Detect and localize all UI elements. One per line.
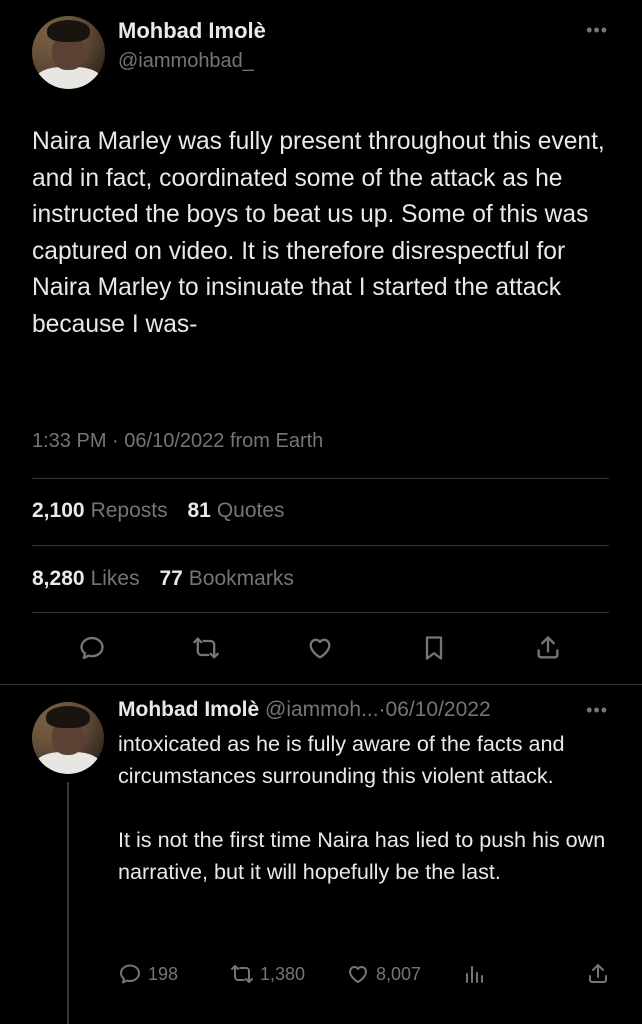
tweet-meta: 1:33 PM · 06/10/2022 from Earth: [32, 430, 323, 453]
tweet-time[interactable]: 1:33 PM: [32, 430, 106, 452]
tweet-text: Naira Marley was fully present throughou…: [32, 128, 605, 338]
reply-actions: 198 1,380 8,007: [118, 962, 618, 992]
reply-repost-button[interactable]: 1,380: [230, 962, 305, 986]
more-horizontal-icon[interactable]: •••: [586, 20, 608, 41]
repost-count: 1,380: [260, 963, 306, 984]
reply-text-paragraph: It is not the first time Naira has lied …: [118, 827, 606, 884]
reply-author-handle[interactable]: @iammoh...: [265, 698, 379, 721]
reply-like-button[interactable]: 8,007: [346, 962, 421, 986]
reply-icon: [120, 964, 140, 984]
divider: [32, 612, 609, 613]
share-icon[interactable]: [532, 630, 564, 666]
reply-reply-button[interactable]: 198: [118, 962, 178, 986]
reposts-stat[interactable]: 2,100 Reposts: [32, 499, 168, 522]
quotes-stat[interactable]: 81 Quotes: [187, 499, 284, 522]
reply-icon[interactable]: [76, 630, 108, 666]
tweet-separator: [0, 684, 642, 685]
like-icon: [349, 966, 367, 983]
reply-date[interactable]: 06/10/2022: [386, 698, 491, 721]
tweet-source: from Earth: [229, 430, 324, 452]
tweet-date[interactable]: 06/10/2022: [124, 430, 224, 452]
repost-stats: 2,100 Reposts 81 Quotes: [32, 499, 285, 523]
author-name[interactable]: Mohbad Imolè: [118, 18, 266, 44]
views-button[interactable]: [462, 962, 486, 986]
reply-text-paragraph: intoxicated as he is fully aware of the …: [118, 731, 565, 788]
reply-avatar[interactable]: [32, 702, 104, 774]
reply-count: 198: [148, 963, 179, 984]
like-stats: 8,280 Likes 77 Bookmarks: [32, 567, 294, 591]
bookmark-icon[interactable]: [418, 630, 450, 666]
more-horizontal-icon[interactable]: •••: [586, 700, 608, 721]
views-icon: [466, 966, 483, 983]
tweet-actions: [0, 630, 642, 670]
like-icon[interactable]: [304, 630, 336, 666]
share-icon: [589, 964, 607, 983]
reply-header: Mohbad Imolè @iammoh...·06/10/2022: [118, 698, 491, 722]
repost-icon[interactable]: [190, 630, 222, 666]
repost-icon: [231, 965, 253, 983]
divider: [32, 545, 609, 546]
reply-share-button[interactable]: [586, 962, 610, 986]
divider: [32, 478, 609, 479]
reply-text: intoxicated as he is fully aware of the …: [118, 728, 618, 888]
avatar[interactable]: [32, 16, 105, 89]
thread-line: [67, 782, 69, 1024]
like-count: 8,007: [376, 963, 422, 984]
bookmarks-stat[interactable]: 77 Bookmarks: [159, 567, 293, 590]
author-handle[interactable]: @iammohbad_: [118, 50, 254, 73]
reply-meta-separator: ·: [378, 698, 386, 721]
meta-separator: ·: [112, 430, 125, 452]
likes-stat[interactable]: 8,280 Likes: [32, 567, 140, 590]
reply-author-name[interactable]: Mohbad Imolè: [118, 698, 259, 721]
